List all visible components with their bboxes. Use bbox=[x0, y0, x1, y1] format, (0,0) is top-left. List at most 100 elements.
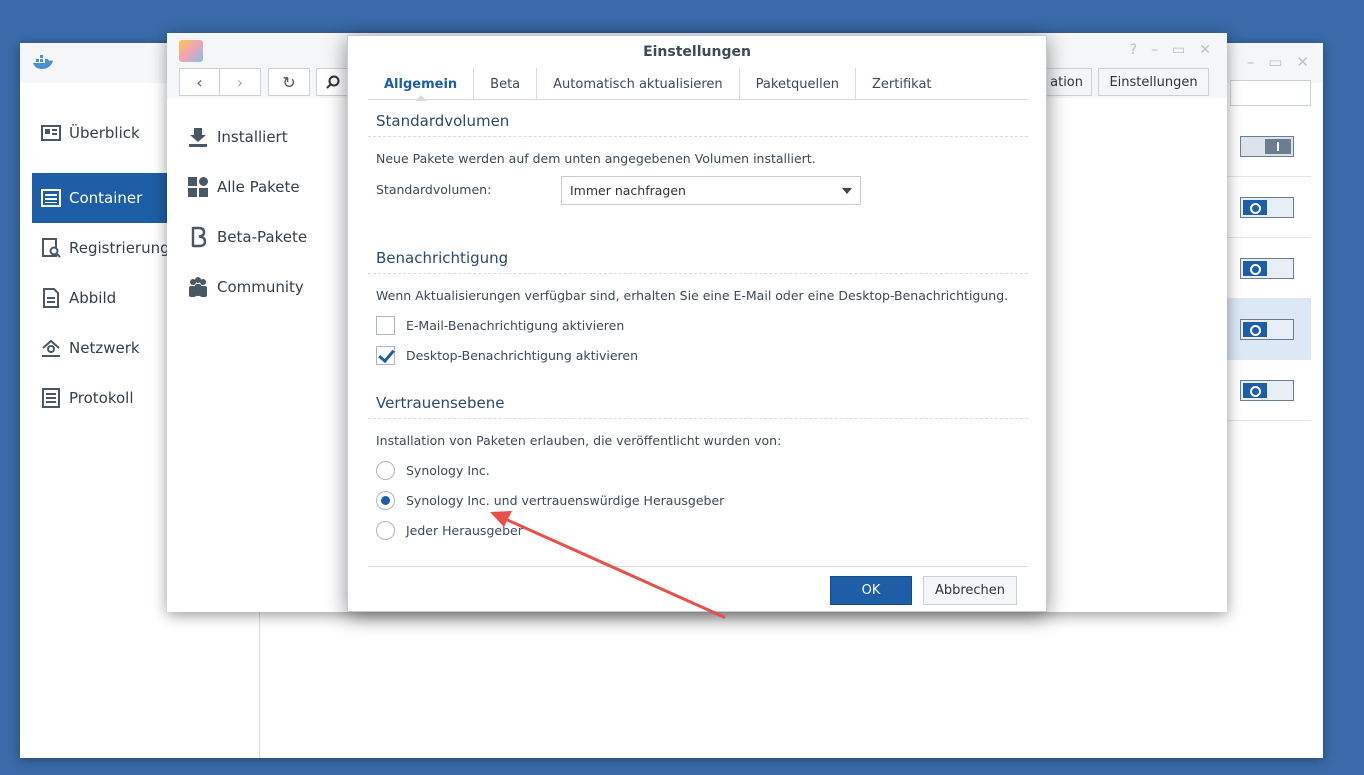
container-toggle-5[interactable] bbox=[1240, 380, 1294, 401]
sidebar-item-image[interactable]: Abbild bbox=[32, 273, 170, 323]
sidebar-item-label: Registrierung bbox=[69, 239, 170, 257]
container-toggle-3[interactable] bbox=[1240, 258, 1294, 279]
desktop-notification-label: Desktop-Benachrichtigung aktivieren bbox=[406, 348, 639, 363]
chevron-right-icon: › bbox=[236, 72, 244, 92]
row-divider bbox=[1227, 298, 1311, 299]
default-volume-value: Immer nachfragen bbox=[570, 183, 686, 198]
ok-button[interactable]: OK bbox=[830, 576, 912, 605]
search-input[interactable] bbox=[1230, 80, 1311, 106]
row-divider bbox=[1227, 359, 1311, 360]
notification-description: Wenn Aktualisierungen verfügbar sind, er… bbox=[376, 288, 1009, 303]
sidebar-item-label: Protokoll bbox=[69, 389, 134, 407]
tab-certificate[interactable]: Zertifikat bbox=[856, 68, 948, 100]
minimize-icon[interactable]: – bbox=[1151, 42, 1158, 58]
maximize-icon[interactable]: ▭ bbox=[1172, 42, 1185, 58]
search-icon bbox=[326, 75, 340, 89]
download-icon bbox=[189, 128, 207, 147]
tab-beta[interactable]: Beta bbox=[474, 68, 538, 100]
package-center-window-controls: ? – ▭ ✕ bbox=[1130, 42, 1211, 58]
row-divider bbox=[1227, 237, 1311, 238]
sidebar-item-label: Community bbox=[217, 278, 304, 296]
trust-option-synology[interactable]: Synology Inc. bbox=[376, 461, 490, 480]
network-icon bbox=[42, 339, 60, 357]
close-icon[interactable]: ✕ bbox=[1296, 53, 1309, 71]
trust-option-any-publisher[interactable]: Jeder Herausgeber bbox=[376, 521, 523, 540]
trust-radio-any-publisher[interactable] bbox=[376, 521, 395, 540]
docker-window-controls: – ▭ ✕ bbox=[1247, 53, 1309, 71]
trust-option-label: Synology Inc. bbox=[406, 463, 490, 478]
refresh-icon: ↻ bbox=[282, 72, 296, 92]
search-button[interactable] bbox=[316, 68, 350, 96]
sidebar-item-beta-packages[interactable]: Beta-Pakete bbox=[187, 217, 347, 257]
people-icon bbox=[189, 277, 207, 297]
overview-icon bbox=[41, 125, 61, 141]
trust-option-synology-trusted[interactable]: Synology Inc. und vertrauenswürdige Hera… bbox=[376, 491, 724, 510]
default-volume-description: Neue Pakete werden auf dem unten angegeb… bbox=[376, 151, 816, 166]
sidebar-item-overview[interactable]: Überblick bbox=[32, 108, 170, 158]
help-icon[interactable]: ? bbox=[1130, 42, 1137, 58]
dialog-footer-divider bbox=[368, 566, 1028, 567]
tab-general[interactable]: Allgemein bbox=[368, 68, 475, 101]
tab-package-sources[interactable]: Paketquellen bbox=[740, 68, 857, 100]
log-icon bbox=[42, 388, 60, 408]
tab-auto-update[interactable]: Automatisch aktualisieren bbox=[537, 68, 740, 100]
sidebar-item-installed[interactable]: Installiert bbox=[187, 117, 347, 157]
grid-icon bbox=[188, 177, 208, 197]
sidebar-item-log[interactable]: Protokoll bbox=[32, 373, 170, 423]
settings-button[interactable]: Einstellungen bbox=[1098, 68, 1209, 96]
sidebar-item-label: Alle Pakete bbox=[217, 178, 300, 196]
trust-option-label: Jeder Herausgeber bbox=[406, 523, 523, 538]
sidebar-item-all-packages[interactable]: Alle Pakete bbox=[187, 167, 347, 207]
section-title-trust-level: Vertrauensebene bbox=[376, 394, 505, 412]
container-toggle-2[interactable] bbox=[1240, 197, 1294, 218]
sidebar-item-label: Abbild bbox=[69, 289, 117, 307]
forward-button[interactable]: › bbox=[220, 68, 261, 96]
dialog-tabs: Allgemein Beta Automatisch aktualisieren… bbox=[368, 68, 1028, 101]
settings-dialog: Einstellungen Allgemein Beta Automatisch… bbox=[347, 35, 1047, 612]
beta-icon bbox=[191, 226, 207, 248]
row-divider bbox=[1227, 420, 1311, 421]
container-icon bbox=[41, 189, 61, 207]
chevron-left-icon: ‹ bbox=[196, 72, 203, 92]
section-divider bbox=[368, 273, 1028, 274]
cancel-button[interactable]: Abbrechen bbox=[923, 576, 1017, 605]
back-button[interactable]: ‹ bbox=[179, 68, 220, 96]
trust-radio-synology-trusted[interactable] bbox=[376, 491, 395, 510]
sidebar-item-label: Überblick bbox=[69, 124, 140, 142]
sidebar-item-registry[interactable]: Registrierung bbox=[32, 223, 170, 273]
trust-level-description: Installation von Paketen erlauben, die v… bbox=[376, 433, 782, 448]
trust-option-label: Synology Inc. und vertrauenswürdige Hera… bbox=[406, 493, 725, 508]
email-notification-checkbox[interactable] bbox=[376, 316, 395, 335]
sidebar-item-community[interactable]: Community bbox=[187, 267, 347, 307]
desktop-notification-row[interactable]: Desktop-Benachrichtigung aktivieren bbox=[376, 346, 638, 365]
default-volume-select[interactable]: Immer nachfragen bbox=[561, 176, 861, 205]
section-title-default-volume: Standardvolumen bbox=[376, 112, 510, 130]
docker-logo-icon bbox=[33, 55, 53, 69]
container-toggle-4[interactable] bbox=[1240, 319, 1294, 340]
dialog-title: Einstellungen bbox=[643, 44, 751, 60]
minimize-icon[interactable]: – bbox=[1247, 53, 1255, 71]
default-volume-label: Standardvolumen: bbox=[376, 182, 492, 197]
maximize-icon[interactable]: ▭ bbox=[1268, 53, 1282, 71]
desktop-notification-checkbox[interactable] bbox=[376, 346, 395, 365]
row-divider bbox=[1227, 176, 1311, 177]
section-divider bbox=[368, 418, 1028, 419]
sidebar-item-label: Beta-Pakete bbox=[217, 228, 308, 246]
chevron-down-icon bbox=[842, 188, 852, 194]
refresh-button[interactable]: ↻ bbox=[268, 68, 310, 96]
email-notification-label: E-Mail-Benachrichtigung aktivieren bbox=[406, 318, 625, 333]
image-icon bbox=[43, 288, 59, 308]
close-icon[interactable]: ✕ bbox=[1199, 42, 1211, 58]
sidebar-item-label: Installiert bbox=[217, 128, 288, 146]
registry-icon bbox=[42, 238, 61, 258]
section-title-notification: Benachrichtigung bbox=[376, 249, 509, 267]
trust-radio-synology[interactable] bbox=[376, 461, 395, 480]
email-notification-row[interactable]: E-Mail-Benachrichtigung aktivieren bbox=[376, 316, 624, 335]
package-center-logo-icon bbox=[179, 40, 203, 62]
sidebar-item-container[interactable]: Container bbox=[32, 173, 170, 223]
sidebar-item-network[interactable]: Netzwerk bbox=[32, 323, 170, 373]
sidebar-item-label: Netzwerk bbox=[69, 339, 140, 357]
section-divider bbox=[368, 136, 1028, 137]
container-toggle-1[interactable] bbox=[1240, 136, 1294, 157]
sidebar-item-label: Container bbox=[69, 189, 143, 207]
